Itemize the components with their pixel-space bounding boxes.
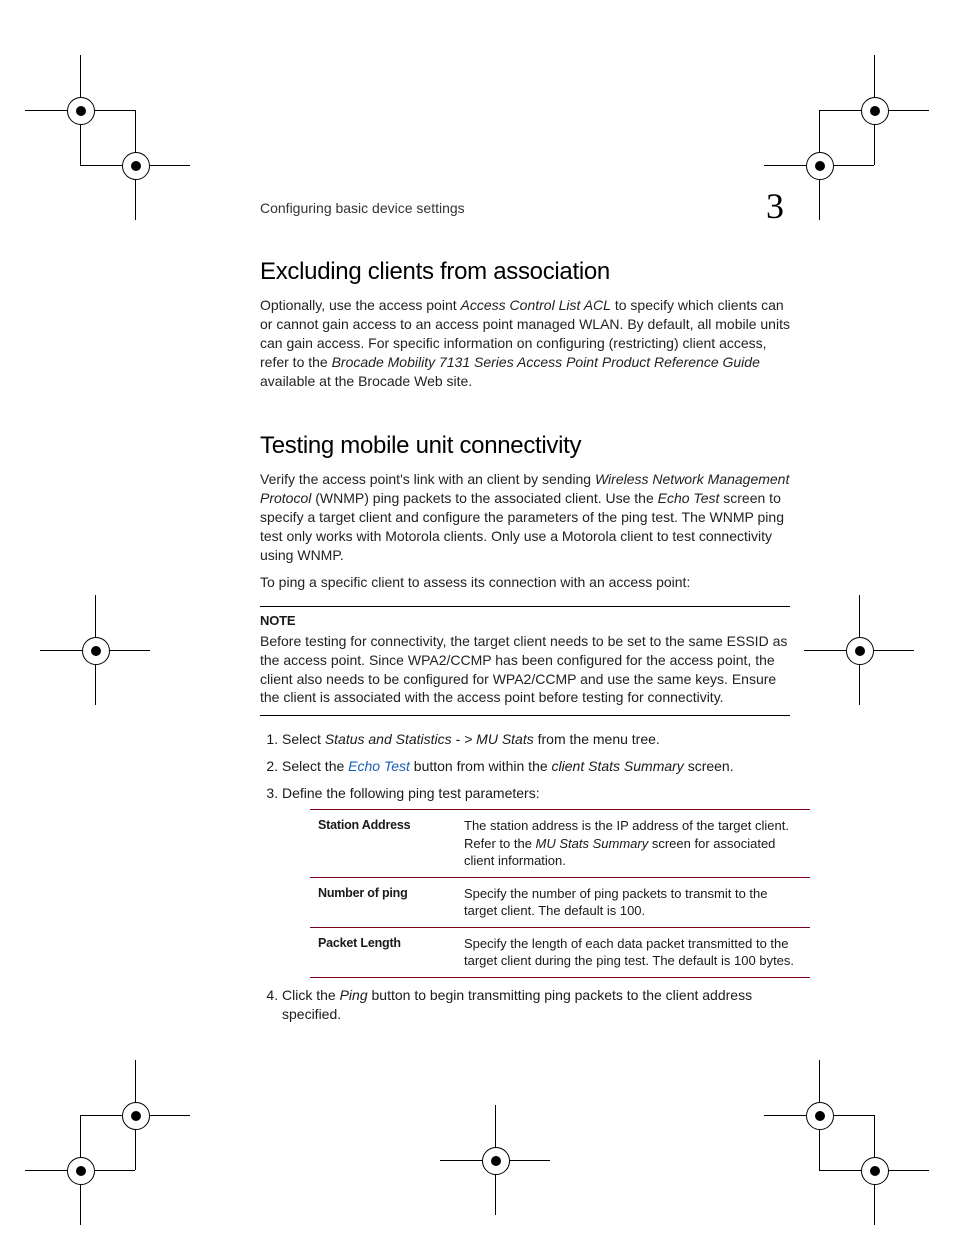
param-desc: Specify the number of ping packets to tr…	[456, 877, 810, 927]
params-table: Station Address The station address is t…	[310, 809, 810, 978]
registration-mark-icon	[25, 55, 135, 165]
param-name: Station Address	[310, 810, 456, 878]
step-2: Select the Echo Test button from within …	[282, 757, 790, 776]
procedure-list: Select Status and Statistics - > MU Stat…	[260, 730, 790, 1023]
screen-name: MU Stats Summary	[536, 836, 649, 851]
page-body: Configuring basic device settings Exclud…	[260, 200, 790, 1032]
text: Select the	[282, 758, 348, 774]
table-row: Station Address The station address is t…	[310, 810, 810, 878]
text: available at the Brocade Web site.	[260, 373, 472, 389]
term-acl: Access Control List ACL	[461, 297, 611, 313]
term-guide-title: Brocade Mobility 7131 Series Access Poin…	[332, 354, 760, 370]
term-echo-test: Echo Test	[658, 490, 720, 506]
text: from the menu tree.	[534, 731, 660, 747]
screen-name: client Stats Summary	[552, 758, 684, 774]
registration-mark-icon	[40, 595, 150, 705]
param-name: Number of ping	[310, 877, 456, 927]
text: Optionally, use the access point	[260, 297, 461, 313]
param-desc: The station address is the IP address of…	[456, 810, 810, 878]
heading-excluding-clients: Excluding clients from association	[260, 258, 790, 286]
registration-mark-icon	[80, 110, 190, 220]
text: screen.	[684, 758, 734, 774]
registration-mark-icon	[440, 1105, 550, 1215]
registration-mark-icon	[819, 1115, 929, 1225]
step-3: Define the following ping test parameter…	[282, 784, 790, 978]
param-name: Packet Length	[310, 927, 456, 977]
button-name: Ping	[340, 987, 368, 1003]
text: Verify the access point's link with an c…	[260, 471, 595, 487]
para-testing-intro: Verify the access point's link with an c…	[260, 470, 790, 564]
table-row: Number of ping Specify the number of pin…	[310, 877, 810, 927]
registration-mark-icon	[80, 1060, 190, 1170]
moire-target-icon	[794, 1075, 904, 1185]
step-1: Select Status and Statistics - > MU Stat…	[282, 730, 790, 749]
para-excluding-clients: Optionally, use the access point Access …	[260, 296, 790, 390]
text: Click the	[282, 987, 340, 1003]
text: Define the following ping test parameter…	[282, 785, 540, 801]
table-row: Packet Length Specify the length of each…	[310, 927, 810, 977]
menu-path: Status and Statistics - > MU Stats	[325, 731, 534, 747]
moire-target-icon	[50, 95, 160, 205]
registration-mark-icon	[25, 1115, 135, 1225]
echo-test-link[interactable]: Echo Test	[348, 758, 410, 774]
note-block: NOTE Before testing for connectivity, th…	[260, 606, 790, 717]
param-desc: Specify the length of each data packet t…	[456, 927, 810, 977]
moire-target-icon	[794, 95, 904, 205]
text: button from within the	[410, 758, 552, 774]
note-body: Before testing for connectivity, the tar…	[260, 632, 790, 708]
registration-mark-icon	[819, 55, 929, 165]
text: (WNMP) ping packets to the associated cl…	[311, 490, 657, 506]
registration-mark-icon	[764, 1060, 874, 1170]
step-4: Click the Ping button to begin transmitt…	[282, 986, 790, 1024]
text: Select	[282, 731, 325, 747]
moire-target-icon	[50, 1075, 160, 1185]
note-label: NOTE	[260, 613, 790, 628]
para-ping-lead: To ping a specific client to assess its …	[260, 573, 790, 592]
heading-testing-connectivity: Testing mobile unit connectivity	[260, 432, 790, 460]
registration-mark-icon	[804, 595, 914, 705]
running-header: Configuring basic device settings	[260, 200, 790, 216]
